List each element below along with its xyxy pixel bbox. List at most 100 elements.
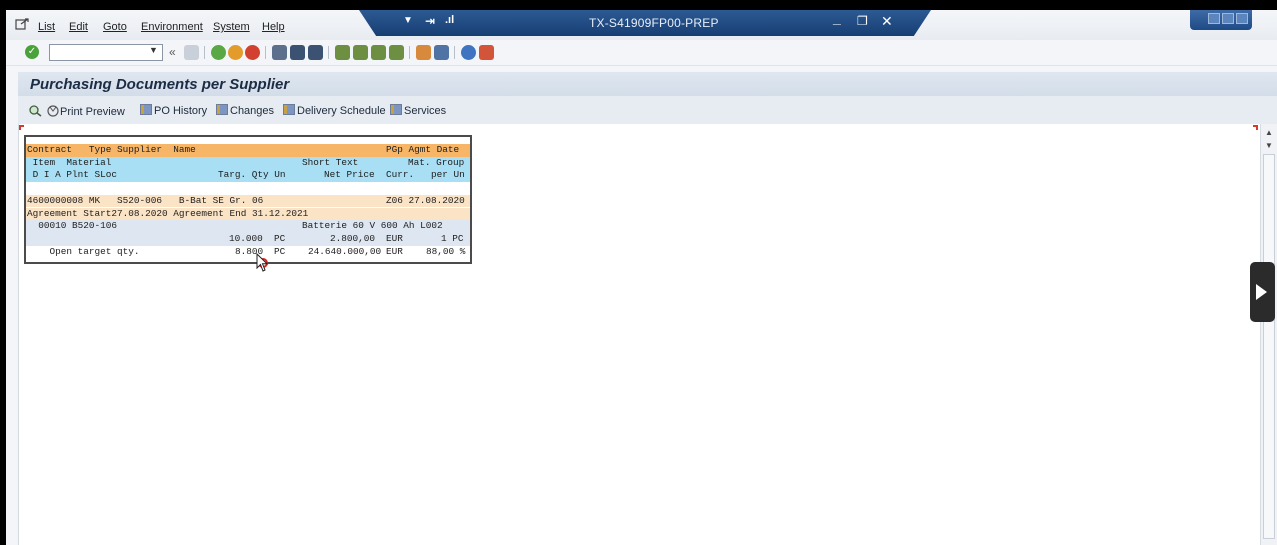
pin-icon[interactable]: ⇥ bbox=[425, 14, 435, 28]
header-item: Item Material bbox=[27, 156, 112, 168]
target-qty-unit: PC bbox=[274, 232, 286, 244]
outer-window-controls bbox=[1190, 10, 1252, 30]
currency: EUR bbox=[386, 232, 403, 244]
find-next-icon[interactable] bbox=[308, 45, 323, 60]
price-unit: 1 PC bbox=[441, 232, 464, 244]
services-label: Services bbox=[404, 105, 447, 117]
menu-help[interactable]: Help bbox=[262, 21, 285, 33]
open-target-qty-label: Open target qty. bbox=[27, 245, 140, 257]
po-history-label: PO History bbox=[154, 105, 208, 117]
header-curr-per: Curr. per Un bbox=[386, 169, 465, 181]
print-icon[interactable] bbox=[272, 45, 287, 60]
print-preview-label: Print Preview bbox=[60, 106, 125, 118]
header-net-price: Net Price bbox=[324, 169, 375, 181]
header-short-text: Short Text bbox=[302, 156, 359, 168]
target-qty: 10.000 bbox=[229, 232, 263, 244]
exit-icon[interactable] bbox=[228, 45, 243, 60]
first-page-icon[interactable] bbox=[335, 45, 350, 60]
header-target-qty: Targ. Qty Un bbox=[218, 169, 286, 181]
menu-goto[interactable]: Goto bbox=[103, 21, 127, 33]
title-bar: ▼ ⇥ .ıl TX-S41909FP00-PREP _ ❐ ✕ bbox=[359, 10, 931, 36]
open-currency: EUR bbox=[386, 245, 403, 257]
contract-row[interactable]: 4600000008 MK S520-006 B-Bat SE Gr. 06 Z… bbox=[26, 194, 470, 208]
command-field[interactable] bbox=[49, 44, 163, 61]
header-pgp-date: PGp Agmt Date bbox=[386, 144, 460, 155]
agreement-period: Agreement Start27.08.2020 Agreement End … bbox=[27, 207, 309, 219]
contract-pgp-date: Z06 27.08.2020 bbox=[386, 194, 465, 206]
corner-marker-right bbox=[1253, 125, 1258, 130]
signal-strength-icon: .ıl bbox=[445, 14, 455, 26]
item-row[interactable]: 00010 B520-106 Batterie 60 V 600 Ah L002 bbox=[26, 220, 470, 233]
open-value: 24.640.000,00 bbox=[308, 245, 382, 257]
list-icon bbox=[283, 104, 295, 115]
menu-system[interactable]: System bbox=[213, 21, 250, 33]
scroll-up-icon[interactable]: ▲ bbox=[1265, 128, 1273, 137]
list-icon bbox=[140, 104, 152, 115]
menu-edit[interactable]: Edit bbox=[69, 21, 88, 33]
magnifier-refresh-icon bbox=[29, 105, 42, 117]
agreement-period-row[interactable]: Agreement Start27.08.2020 Agreement End … bbox=[26, 207, 470, 221]
play-icon bbox=[1256, 284, 1267, 300]
restore-icon[interactable]: ❐ bbox=[857, 14, 868, 28]
header-mat-group: Mat. Group bbox=[408, 156, 465, 168]
report-list: Contract Type Supplier Name PGp Agmt Dat… bbox=[24, 135, 472, 268]
shortcut-icon[interactable] bbox=[434, 45, 449, 60]
application-toolbar: Print Preview PO History Changes Deliver… bbox=[18, 96, 1277, 124]
minimize-icon[interactable]: _ bbox=[833, 10, 841, 26]
scroll-down-icon[interactable]: ▼ bbox=[1265, 141, 1273, 150]
mouse-pointer-icon bbox=[256, 253, 269, 272]
next-page-icon[interactable] bbox=[371, 45, 386, 60]
header-row-contract: Contract Type Supplier Name PGp Agmt Dat… bbox=[26, 144, 470, 157]
window-title: TX-S41909FP00-PREP bbox=[589, 16, 719, 30]
outer-close-icon[interactable] bbox=[1236, 13, 1248, 24]
contract-details: 4600000008 MK S520-006 B-Bat SE Gr. 06 bbox=[27, 194, 264, 206]
changes-label: Changes bbox=[230, 105, 275, 117]
print-preview-button[interactable]: Print Preview bbox=[46, 104, 125, 118]
last-page-icon[interactable] bbox=[389, 45, 404, 60]
menu-list[interactable]: List bbox=[38, 21, 55, 33]
item-material: 00010 B520-106 bbox=[27, 220, 118, 232]
exit-menu-icon[interactable] bbox=[15, 18, 29, 30]
target-qty-row[interactable]: 10.000 PC 2.800,00 EUR 1 PC bbox=[26, 232, 470, 246]
play-overlay-button[interactable] bbox=[1250, 262, 1275, 322]
close-icon[interactable]: ✕ bbox=[881, 13, 893, 30]
po-history-button[interactable]: PO History bbox=[140, 104, 207, 117]
delivery-schedule-button[interactable]: Delivery Schedule bbox=[283, 104, 386, 117]
open-qty-unit: PC bbox=[274, 245, 286, 257]
header-row-qty: D I A Plnt SLoc Targ. Qty Un Net Price C… bbox=[26, 169, 470, 183]
sap-gui-window: List Edit Goto Environment System Help ▼… bbox=[6, 10, 1277, 545]
changes-button[interactable]: Changes bbox=[216, 104, 274, 117]
list-icon bbox=[216, 104, 228, 115]
refresh-button[interactable] bbox=[28, 104, 42, 118]
list-icon bbox=[390, 104, 402, 115]
enter-check-icon[interactable]: ✓ bbox=[25, 45, 39, 59]
open-percentage: 88,00 % bbox=[426, 245, 466, 257]
outer-minimize-icon[interactable] bbox=[1208, 13, 1220, 24]
standard-toolbar: ✓ ▼ « bbox=[6, 40, 1277, 66]
open-target-qty-row[interactable]: Open target qty. 8.800 PC 24.640.000,00 … bbox=[26, 245, 470, 259]
previous-page-icon[interactable] bbox=[353, 45, 368, 60]
outer-restore-icon[interactable] bbox=[1222, 13, 1234, 24]
header-plant: D I A Plnt SLoc bbox=[27, 169, 118, 181]
header-contract: Contract Type Supplier Name bbox=[27, 144, 196, 155]
command-dropdown-icon[interactable]: ▼ bbox=[149, 45, 158, 55]
net-price: 2.800,00 bbox=[330, 232, 376, 244]
page-header: Purchasing Documents per Supplier bbox=[18, 72, 1277, 96]
save-icon[interactable] bbox=[184, 45, 199, 60]
menu-bar: List Edit Goto Environment System Help ▼… bbox=[6, 10, 1277, 40]
delivery-schedule-label: Delivery Schedule bbox=[297, 105, 386, 117]
collapse-icon[interactable]: « bbox=[169, 45, 176, 59]
services-button[interactable]: Services bbox=[390, 104, 446, 117]
corner-marker bbox=[19, 125, 24, 130]
help-icon[interactable] bbox=[461, 45, 476, 60]
item-short-text: Batterie 60 V 600 Ah L002 bbox=[302, 220, 443, 232]
customize-layout-icon[interactable] bbox=[479, 45, 494, 60]
create-session-icon[interactable] bbox=[416, 45, 431, 60]
dropdown-arrow-icon[interactable]: ▼ bbox=[403, 15, 413, 26]
scroll-thumb[interactable] bbox=[1263, 154, 1275, 539]
find-icon[interactable] bbox=[290, 45, 305, 60]
vertical-scrollbar[interactable]: ▲ ▼ bbox=[1260, 124, 1277, 545]
back-icon[interactable] bbox=[211, 45, 226, 60]
menu-environment[interactable]: Environment bbox=[141, 21, 203, 33]
cancel-icon[interactable] bbox=[245, 45, 260, 60]
